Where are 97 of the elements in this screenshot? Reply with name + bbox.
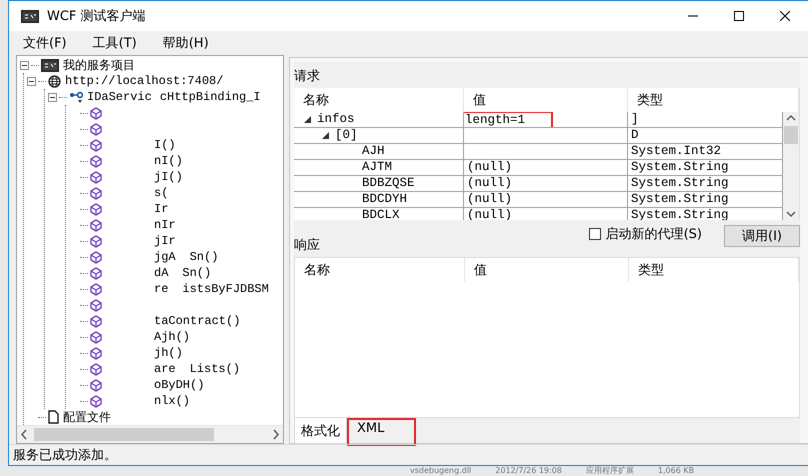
collapse-icon[interactable] — [26, 76, 36, 86]
scrollbar-thumb[interactable] — [784, 126, 798, 144]
tree-item-label[interactable]: I() — [154, 137, 176, 153]
file-detail: 1,066 KB — [658, 466, 694, 476]
method-icon — [90, 346, 102, 360]
column-header[interactable]: 名称 — [295, 258, 465, 282]
file-icon — [48, 410, 59, 424]
method-icon — [90, 138, 102, 152]
menu-item[interactable]: 工具(T) — [82, 34, 147, 52]
tree-item-label[interactable]: re — [154, 281, 168, 297]
tree-item-label[interactable]: oByDH() — [154, 377, 204, 393]
tree-item-label[interactable]: jh() — [154, 345, 183, 361]
collapse-icon[interactable] — [20, 60, 28, 70]
method-icon — [90, 154, 102, 168]
expand-toggle-icon[interactable] — [322, 132, 329, 139]
method-icon — [90, 218, 102, 232]
file-detail: vsdebugeng.dll — [410, 466, 472, 476]
view-tab[interactable]: 格式化 — [294, 418, 347, 444]
column-header[interactable]: 类型 — [629, 258, 799, 282]
column-header[interactable]: 值 — [465, 258, 629, 282]
status-text: 服务已成功添加。 — [13, 447, 117, 464]
table-cell: System.String — [631, 176, 729, 191]
tree-item-label[interactable]: Ajh() — [154, 329, 190, 345]
section-label: 响应 — [294, 237, 321, 255]
tree-item-label[interactable]: cHttpBinding_I — [160, 89, 261, 105]
table-cell: System.Int32 — [631, 144, 722, 159]
tree-item-label[interactable]: jIr — [154, 233, 176, 249]
tree-item-label[interactable]: taContract() — [154, 313, 240, 329]
method-icon — [90, 330, 102, 344]
table-cell: (null) — [467, 160, 512, 175]
tree-item-label[interactable]: dA — [154, 265, 168, 281]
horizontal-scrollbar[interactable] — [17, 425, 283, 443]
tree-item-label[interactable]: are — [154, 361, 176, 377]
tree-item-label[interactable]: Sn() — [182, 265, 212, 281]
window-title: WCF 测试客户端 — [47, 8, 147, 25]
console-icon — [21, 10, 39, 22]
tree-item-label[interactable]: jgA — [154, 249, 176, 265]
method-icon — [90, 362, 102, 376]
table-cell: D — [631, 128, 639, 143]
collapse-icon[interactable] — [48, 92, 56, 102]
table-cell: System.String — [631, 160, 729, 175]
method-icon — [90, 106, 102, 120]
method-icon — [90, 298, 102, 312]
method-icon — [90, 314, 102, 328]
method-icon — [90, 250, 102, 264]
section-label: 请求 — [294, 68, 320, 85]
method-icon — [90, 122, 102, 136]
expand-toggle-icon[interactable] — [304, 116, 311, 123]
method-icon — [90, 394, 102, 408]
tree-item-label[interactable]: Sn() — [190, 249, 218, 265]
tree-item-label[interactable]: istsByFJDBSM — [182, 281, 269, 297]
file-detail: 2012/7/26 19:08 — [495, 466, 562, 476]
method-icon — [90, 282, 102, 296]
proxy-checkbox[interactable]: 启动新的代理(S) — [588, 225, 702, 243]
table-cell: BDCDYH — [362, 192, 408, 207]
tree-item-label[interactable]: nIr — [154, 217, 176, 233]
close-icon[interactable] — [780, 11, 790, 21]
tree-item-label[interactable]: http://localhost:7408/ — [65, 73, 224, 89]
column-header[interactable]: 名称 — [294, 88, 464, 112]
menu-item[interactable]: 文件(F) — [13, 34, 77, 52]
menu-item[interactable]: 帮助(H) — [152, 34, 219, 52]
table-cell: length=1 — [464, 112, 554, 127]
table-cell: [0] — [335, 128, 358, 143]
invoke-button[interactable]: 调用(I) — [724, 225, 800, 247]
table-cell: (null) — [467, 192, 512, 207]
tree-item-label[interactable]: IDaServic — [87, 89, 152, 105]
method-icon — [90, 186, 102, 200]
tree-item-label[interactable]: Lists() — [190, 361, 240, 377]
method-icon — [90, 234, 102, 248]
scrollbar-thumb[interactable] — [34, 428, 214, 441]
method-icon — [90, 266, 102, 280]
method-icon — [90, 202, 102, 216]
tree-item-label[interactable]: Ir — [154, 201, 168, 217]
table-cell: ] — [631, 112, 639, 127]
table-cell: AJH — [362, 144, 385, 159]
table-cell: infos — [317, 112, 355, 127]
maximize-icon[interactable] — [734, 11, 744, 21]
table-cell: System.String — [631, 192, 729, 207]
tree-item-label[interactable]: 我的服务项目 — [63, 57, 135, 73]
globe-icon — [48, 74, 61, 88]
console-icon — [41, 58, 59, 72]
tree-item-label[interactable]: nlx() — [154, 393, 190, 409]
tree-item-label[interactable]: jI() — [154, 169, 183, 185]
table-cell: (null) — [467, 176, 512, 191]
column-header[interactable]: 值 — [464, 88, 628, 112]
method-icon — [90, 170, 102, 184]
vertical-scrollbar[interactable] — [783, 112, 799, 220]
table-cell: AJTM — [362, 160, 392, 175]
tree-item-label[interactable]: 配置文件 — [63, 409, 111, 425]
tree-item-label[interactable]: nI() — [154, 153, 183, 169]
endpoint-icon — [69, 90, 83, 104]
tree-item-label[interactable]: s( — [154, 185, 168, 201]
table-cell: BDCLX — [362, 208, 400, 220]
file-detail: 应用程序扩展 — [586, 466, 634, 476]
method-icon — [90, 378, 102, 392]
view-tab[interactable]: XML — [347, 418, 416, 446]
table-cell: BDBZQSE — [362, 176, 415, 191]
